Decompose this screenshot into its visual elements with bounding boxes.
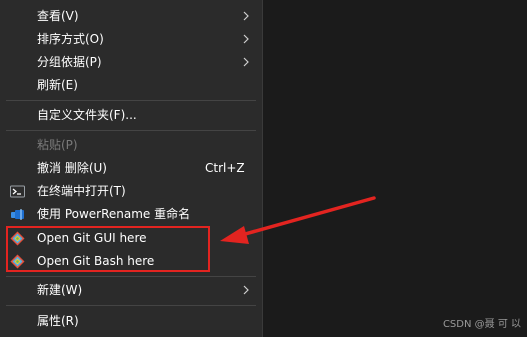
menu-item-group-by[interactable]: 分组依据(P) <box>0 51 263 73</box>
menu-item-open-in-terminal[interactable]: 在终端中打开(T) <box>0 180 263 202</box>
menu-item-sort-by[interactable]: 排序方式(O) <box>0 28 263 50</box>
menu-separator <box>6 100 256 101</box>
git-icon <box>10 231 25 246</box>
menu-item-open-git-bash[interactable]: Open Git Bash here <box>0 250 263 272</box>
menu-item-label: 撤消 删除(U) <box>37 161 107 175</box>
chevron-right-icon <box>243 57 249 67</box>
menu-item-label: 查看(V) <box>37 9 79 23</box>
menu-item-label: Open Git GUI here <box>37 231 147 245</box>
menu-item-label: 使用 PowerRename 重命名 <box>37 207 191 221</box>
menu-item-label: 刷新(E) <box>37 78 78 92</box>
chevron-right-icon <box>243 11 249 21</box>
menu-separator <box>6 305 256 306</box>
menu-item-paste: 粘贴(P) <box>0 134 263 156</box>
menu-item-label: 粘贴(P) <box>37 138 78 152</box>
menu-item-label: 排序方式(O) <box>37 32 104 46</box>
menu-item-label: 新建(W) <box>37 283 83 297</box>
menu-item-undo-delete[interactable]: 撤消 删除(U) Ctrl+Z <box>0 157 263 179</box>
menu-separator <box>6 276 256 277</box>
menu-item-shortcut: Ctrl+Z <box>205 161 245 175</box>
context-menu: 查看(V) 排序方式(O) 分组依据(P) 刷新(E) 自定义文件夹(F)...… <box>0 0 263 337</box>
menu-item-view[interactable]: 查看(V) <box>0 5 263 27</box>
menu-item-label: Open Git Bash here <box>37 254 155 268</box>
menu-item-label: 自定义文件夹(F)... <box>37 108 137 122</box>
menu-item-refresh[interactable]: 刷新(E) <box>0 74 263 96</box>
menu-item-label: 在终端中打开(T) <box>37 184 126 198</box>
menu-item-open-git-gui[interactable]: Open Git GUI here <box>0 227 263 249</box>
git-icon <box>10 254 25 269</box>
menu-item-customize-folder[interactable]: 自定义文件夹(F)... <box>0 104 263 126</box>
menu-item-label: 属性(R) <box>37 314 79 328</box>
menu-item-label: 分组依据(P) <box>37 55 102 69</box>
menu-item-properties[interactable]: 属性(R) <box>0 310 263 332</box>
chevron-right-icon <box>243 285 249 295</box>
menu-separator <box>6 130 256 131</box>
menu-item-new[interactable]: 新建(W) <box>0 279 263 301</box>
menu-item-powerrename[interactable]: 使用 PowerRename 重命名 <box>0 203 263 225</box>
powerrename-icon <box>11 209 24 220</box>
terminal-icon <box>10 185 25 198</box>
watermark: CSDN @聂 可 以 <box>442 319 521 330</box>
chevron-right-icon <box>243 34 249 44</box>
